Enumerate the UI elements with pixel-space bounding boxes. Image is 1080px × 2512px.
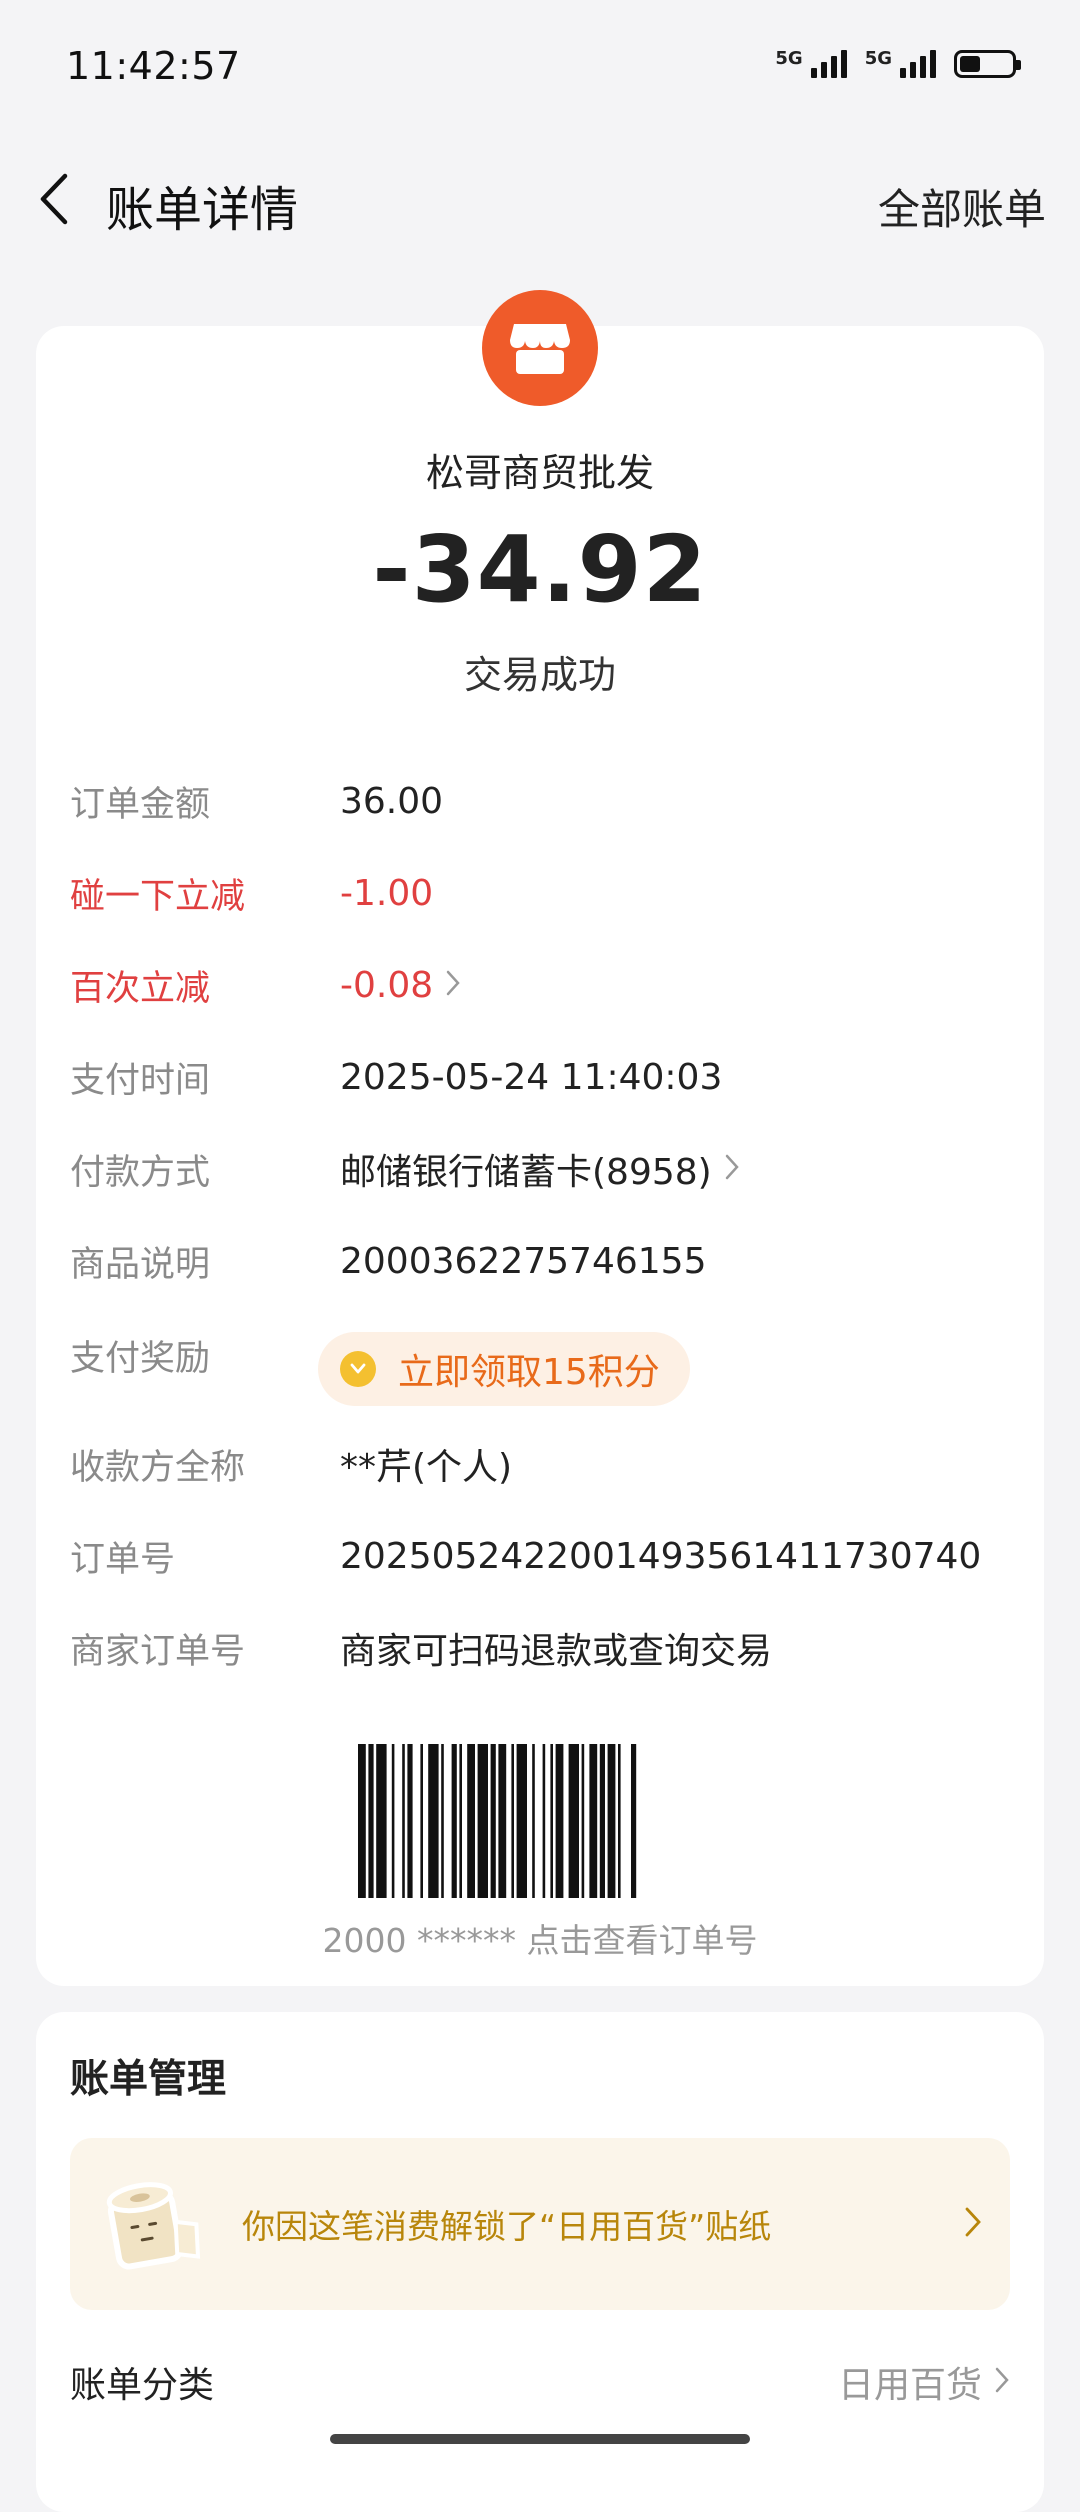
row-value: 2000362275746155 — [340, 1240, 707, 1282]
row-order-number: 订单号 2025052422001493561411730740 — [70, 1521, 1030, 1591]
row-value: 36.00 — [340, 780, 444, 822]
row-value: 2025-05-24 11:40:03 — [340, 1056, 723, 1098]
row-payment-method[interactable]: 付款方式 邮储银行储蓄卡(8958) — [70, 1134, 1030, 1204]
row-value: 2025052422001493561411730740 — [340, 1535, 982, 1577]
row-value: **芹(个人) — [340, 1447, 513, 1488]
all-bills-link[interactable]: 全部账单 — [878, 176, 1046, 237]
row-pay-time: 支付时间 2025-05-24 11:40:03 — [70, 1042, 1030, 1112]
top-nav: 账单详情 全部账单 — [0, 140, 1080, 260]
barcode-caption[interactable]: 2000 ****** 点击查看订单号 — [36, 1914, 1044, 1962]
status-time: 11:42:57 — [66, 44, 241, 88]
status-icons: 5G 5G — [775, 48, 1021, 78]
row-payee-name: 收款方全称 **芹(个人) — [70, 1429, 1030, 1499]
signal-icon: 5G — [775, 48, 847, 78]
claim-points-label: 立即领取15积分 — [398, 1352, 660, 1393]
transaction-amount: -34.92 — [372, 516, 708, 623]
back-arrow-icon[interactable] — [30, 154, 78, 244]
battery-icon — [954, 50, 1021, 78]
row-label: 订单号 — [70, 1539, 176, 1580]
chevron-right-icon — [964, 2206, 982, 2242]
bill-detail-card: 松哥商贸批发 -34.92 交易成功 订单金额 36.00 碰一下立减 -1.0… — [36, 290, 1044, 1986]
page-title: 账单详情 — [106, 182, 299, 238]
row-label: 支付奖励 — [70, 1339, 211, 1379]
chevron-right-icon — [445, 965, 461, 1006]
row-merchant-order: 商家订单号 商家可扫码退款或查询交易 — [70, 1613, 1030, 1683]
row-label: 支付时间 — [70, 1060, 211, 1101]
merchant-name: 松哥商贸批发 — [425, 451, 654, 495]
chevron-right-icon — [994, 2362, 1010, 2403]
row-label: 百次立减 — [70, 968, 211, 1009]
row-order-amount: 订单金额 36.00 — [70, 766, 1030, 836]
category-value: 日用百货 — [837, 2365, 982, 2406]
signal-icon-2: 5G — [865, 50, 936, 78]
row-value: -1.00 — [340, 872, 434, 914]
home-indicator[interactable] — [330, 2434, 750, 2444]
row-label: 商品说明 — [70, 1244, 211, 1285]
status-bar: 11:42:57 5G 5G — [0, 0, 1080, 140]
row-label: 付款方式 — [70, 1152, 211, 1193]
coin-icon — [340, 1351, 376, 1387]
row-label: 订单金额 — [70, 784, 211, 825]
row-hundred-discount[interactable]: 百次立减 -0.08 — [70, 950, 1030, 1020]
store-icon — [482, 290, 598, 406]
claim-points-button[interactable]: 立即领取15积分 — [318, 1332, 690, 1406]
category-label: 账单分类 — [70, 2365, 215, 2406]
row-product-desc: 商品说明 2000362275746155 — [70, 1226, 1030, 1296]
barcode[interactable] — [354, 1744, 728, 1898]
chevron-right-icon — [724, 1149, 740, 1190]
row-label: 碰一下立减 — [70, 876, 246, 917]
sticker-banner[interactable]: 你因这笔消费解锁了“日用百货”贴纸 — [70, 2138, 1010, 2310]
row-tap-discount: 碰一下立减 -1.00 — [70, 858, 1030, 928]
network-type-label-2: 5G — [864, 48, 892, 69]
toilet-paper-sticker-icon — [92, 2166, 212, 2286]
row-value: 商家可扫码退款或查询交易 — [340, 1631, 773, 1672]
row-value: -0.08 — [340, 964, 434, 1006]
transaction-status: 交易成功 — [463, 653, 616, 697]
bill-category-row[interactable]: 账单分类 日用百货 — [70, 2352, 1010, 2412]
row-value: 邮储银行储蓄卡(8958) — [340, 1152, 712, 1193]
row-pay-reward: 支付奖励 立即领取15积分 — [70, 1318, 1030, 1418]
row-label: 商家订单号 — [70, 1631, 246, 1672]
network-type-label: 5G — [775, 48, 803, 69]
sticker-unlock-text: 你因这笔消费解锁了“日用百货”贴纸 — [242, 2207, 772, 2246]
row-label: 收款方全称 — [70, 1447, 246, 1488]
section-title: 账单管理 — [70, 2057, 227, 2102]
